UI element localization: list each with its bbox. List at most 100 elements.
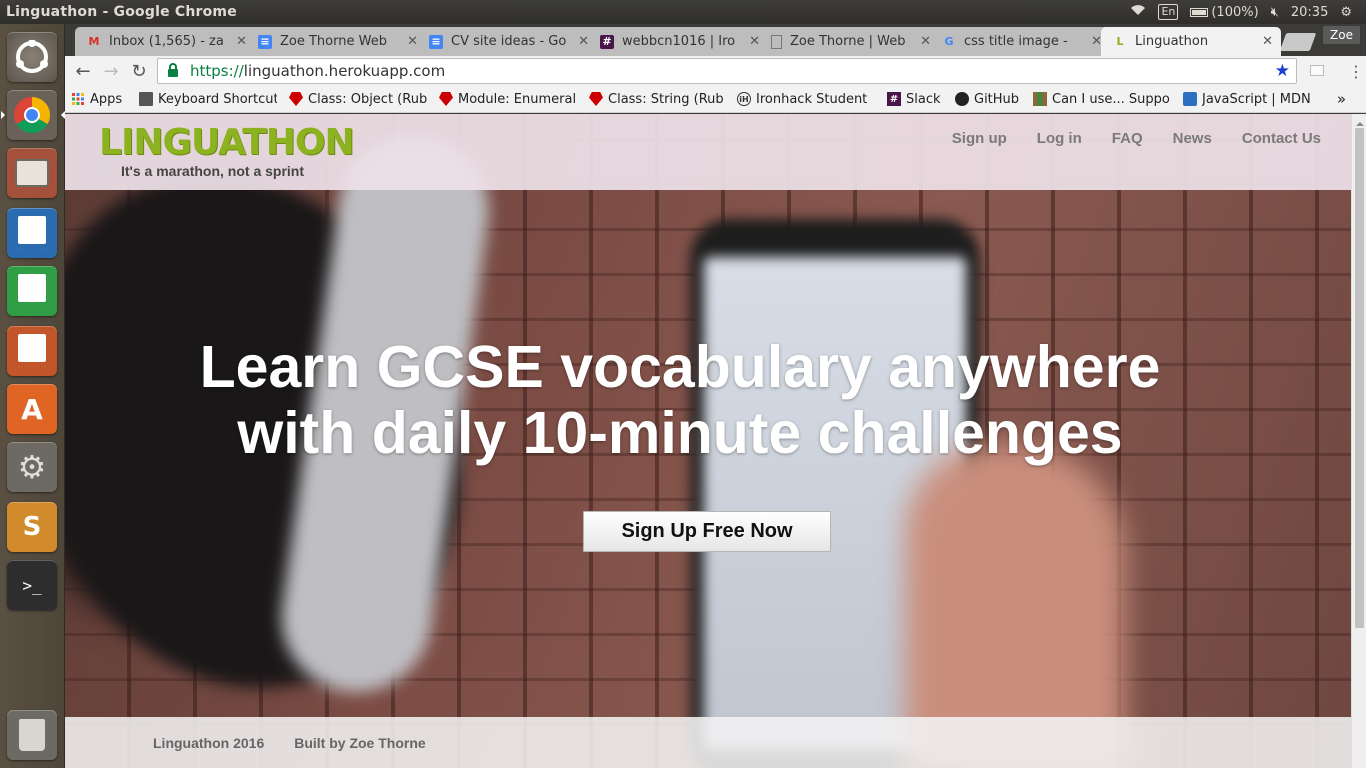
url-scheme: https://: [190, 62, 244, 80]
bookmark-github[interactable]: GitHub: [949, 92, 1027, 107]
tab-label: Zoe Thorne Web: [280, 34, 387, 49]
github-icon: [955, 92, 969, 106]
keyboard-icon: [139, 92, 153, 106]
extension-icon[interactable]: [1310, 65, 1324, 76]
ubuntu-dash-icon[interactable]: [7, 32, 57, 82]
scroll-up-arrow-icon[interactable]: [1356, 118, 1364, 126]
window-title: Linguathon - Google Chrome: [6, 4, 237, 20]
new-tab-button[interactable]: [1279, 33, 1317, 51]
bookmark-label: Ironhack Student: [756, 91, 868, 107]
system-settings-icon[interactable]: ⚙: [7, 442, 57, 492]
ruby-icon: [289, 92, 303, 106]
nav-contact-us[interactable]: Contact Us: [1242, 130, 1321, 147]
chrome-menu-icon[interactable]: ⋮: [1348, 62, 1364, 81]
calc-launcher-icon[interactable]: [7, 266, 57, 316]
close-tab-icon[interactable]: ✕: [1262, 34, 1273, 49]
power-gear-icon[interactable]: ⚙: [1340, 5, 1352, 20]
footer-credit: Built by Zoe Thorne: [294, 734, 426, 751]
gmail-icon: M: [88, 35, 100, 48]
tab-label: CV site ideas - Go: [451, 34, 567, 49]
terminal-icon[interactable]: >_: [7, 560, 57, 610]
ruby-icon: [439, 92, 453, 106]
tab-label: Linguathon: [1135, 34, 1209, 49]
nav-news[interactable]: News: [1173, 130, 1212, 147]
bookmark-keyboard-shortcut[interactable]: Keyboard Shortcut: [133, 92, 283, 107]
scrollbar-thumb[interactable]: [1355, 128, 1364, 628]
bookmark-class-string[interactable]: Class: String (Rub: [583, 92, 731, 107]
bookmark-label: Can I use... Suppo: [1052, 91, 1170, 107]
chrome-launcher-icon[interactable]: [1, 90, 65, 140]
bookmarks-overflow-chevron-icon[interactable]: »: [1337, 90, 1366, 108]
page-icon: [771, 34, 782, 49]
tab-zoe-thorne-web[interactable]: ≡ Zoe Thorne Web ✕: [246, 27, 426, 56]
impress-launcher-icon[interactable]: [7, 326, 57, 376]
bookmark-label: Slack: [906, 91, 941, 107]
reload-icon[interactable]: ↻: [125, 61, 153, 82]
docs-icon: ≡: [429, 34, 443, 49]
page-scrollbar[interactable]: [1351, 114, 1366, 768]
bookmark-apps[interactable]: Apps: [65, 92, 133, 107]
slack-icon: #: [600, 34, 614, 49]
sign-up-free-button[interactable]: Sign Up Free Now: [583, 511, 831, 552]
bookmark-star-icon[interactable]: ★: [1275, 61, 1290, 81]
volume-muted-icon[interactable]: 🔇︎: [1271, 5, 1279, 20]
bookmark-label: Class: String (Rub: [608, 91, 724, 107]
site-nav: Sign up Log in FAQ News Contact Us: [952, 130, 1321, 147]
hero-headline-line-2: with daily 10-minute challenges: [237, 400, 1123, 466]
tab-label: Zoe Thorne | Web: [790, 34, 906, 49]
trash-icon[interactable]: [7, 710, 57, 760]
mdn-icon: [1183, 92, 1197, 106]
nav-log-in[interactable]: Log in: [1037, 130, 1082, 147]
system-top-panel: Linguathon - Google Chrome En (100%) 🔇︎ …: [0, 0, 1366, 24]
battery-icon: [1190, 7, 1209, 17]
bookmark-label: Module: Enumeral: [458, 91, 577, 107]
address-bar[interactable]: https:// linguathon.herokuapp.com ★: [157, 58, 1297, 84]
site-footer: Linguathon 2016 Built by Zoe Thorne: [65, 717, 1351, 768]
bookmark-module-enumerable[interactable]: Module: Enumeral: [433, 92, 583, 107]
apps-grid-icon: [71, 92, 85, 106]
nav-sign-up[interactable]: Sign up: [952, 130, 1007, 147]
app-launcher: A ⚙ S >_: [0, 24, 65, 768]
site-logo[interactable]: LINGUATHON: [99, 122, 355, 163]
tab-css-title-image[interactable]: G css title image - ✕: [930, 27, 1110, 56]
tab-inbox[interactable]: M Inbox (1,565) - za ✕: [75, 27, 255, 56]
files-launcher-icon[interactable]: [7, 148, 57, 198]
tab-zoe-thorne-page[interactable]: Zoe Thorne | Web ✕: [759, 27, 939, 56]
linguathon-icon: L: [1116, 35, 1124, 48]
bookmark-class-object[interactable]: Class: Object (Rub: [283, 92, 433, 107]
ruby-icon: [589, 92, 603, 106]
battery-percent: (100%): [1211, 4, 1259, 20]
ironhack-icon: iH: [737, 92, 751, 106]
software-center-icon[interactable]: A: [7, 384, 57, 434]
footer-copyright: Linguathon 2016: [153, 734, 265, 751]
bookmark-ironhack-student[interactable]: iH Ironhack Student: [731, 92, 881, 107]
system-tray: En (100%) 🔇︎ 20:35 ⚙: [1130, 4, 1366, 20]
clock[interactable]: 20:35: [1291, 5, 1328, 20]
writer-launcher-icon[interactable]: [7, 208, 57, 258]
battery-indicator[interactable]: (100%): [1190, 4, 1259, 20]
secure-lock-icon[interactable]: [168, 63, 178, 77]
site-tagline: It's a marathon, not a sprint: [121, 163, 305, 179]
wifi-icon[interactable]: [1130, 4, 1146, 20]
browser-toolbar: ← → ↻ https:// linguathon.herokuapp.com …: [65, 56, 1366, 86]
page-viewport: LINGUATHON It's a marathon, not a sprint…: [65, 114, 1351, 768]
tab-linguathon[interactable]: L Linguathon ✕: [1101, 27, 1281, 56]
bookmark-slack[interactable]: # Slack: [881, 92, 949, 107]
tab-label: Inbox (1,565) - za: [109, 34, 224, 49]
back-arrow-icon[interactable]: ←: [69, 61, 97, 82]
tab-webbcn1016[interactable]: # webbcn1016 | Iro ✕: [588, 27, 768, 56]
google-icon: G: [944, 35, 954, 48]
bookmark-label: Apps: [90, 91, 123, 107]
browser-tab-strip: M Inbox (1,565) - za ✕ ≡ Zoe Thorne Web …: [65, 24, 1366, 56]
keyboard-layout-indicator[interactable]: En: [1158, 4, 1179, 20]
profile-button[interactable]: Zoe: [1323, 26, 1360, 44]
bookmark-can-i-use[interactable]: Can I use... Suppo: [1027, 92, 1177, 107]
hero-headline: Learn GCSE vocabulary anywhere with dail…: [65, 334, 1295, 466]
tab-cv-site-ideas[interactable]: ≡ CV site ideas - Go ✕: [417, 27, 597, 56]
nav-faq[interactable]: FAQ: [1112, 130, 1143, 147]
bookmark-javascript-mdn[interactable]: JavaScript | MDN: [1177, 92, 1317, 107]
docs-icon: ≡: [258, 34, 272, 49]
forward-arrow-icon[interactable]: →: [97, 61, 125, 82]
sublime-text-icon[interactable]: S: [7, 502, 57, 552]
caniuse-icon: [1033, 92, 1047, 106]
